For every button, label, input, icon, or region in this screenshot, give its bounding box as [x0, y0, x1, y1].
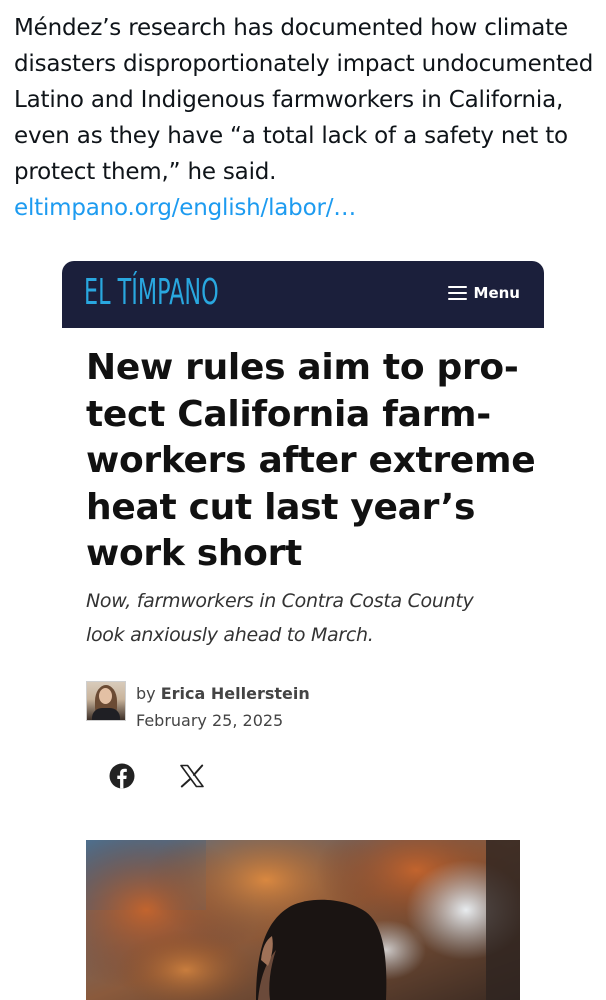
headline-line: tect California farm- [86, 393, 491, 435]
avatar-body [92, 708, 120, 720]
x-icon [180, 764, 204, 788]
hero-photo[interactable] [86, 840, 520, 1000]
hero-image [86, 840, 520, 1000]
hamburger-icon [447, 286, 467, 300]
share-buttons [108, 760, 206, 792]
headline-line: work short [86, 533, 302, 574]
author-name[interactable]: Erica Hellerstein [161, 684, 310, 703]
menu-label: Menu [473, 284, 520, 302]
headline-line: workers after extreme [86, 440, 536, 481]
dek-line: Now, farmworkers in Contra Costa County [86, 590, 474, 612]
author-avatar[interactable] [86, 681, 126, 721]
facebook-icon [109, 763, 135, 789]
x-share-button[interactable] [178, 762, 206, 790]
dek-line: look anxiously ahead to March. [86, 624, 374, 646]
article-headline: New rules aim to pro- tect California fa… [86, 345, 536, 578]
site-header: EL TÍMPANO Menu [62, 261, 544, 328]
publish-date: February 25, 2025 [136, 711, 284, 730]
link-preview-card[interactable]: EL TÍMPANO Menu New rules aim to pro- te… [62, 261, 544, 1000]
post-body: Méndez’s research has documented how cli… [14, 15, 594, 185]
headline-line: New rules aim to pro- [86, 347, 519, 388]
avatar-face [99, 688, 112, 704]
byline-prefix: by [136, 684, 156, 703]
menu-button[interactable]: Menu [447, 279, 520, 307]
headline-line: heat cut last year’s [86, 486, 476, 528]
article-dek: Now, farmworkers in Contra Costa County … [86, 584, 526, 652]
post-text: Méndez’s research has documented how cli… [14, 10, 594, 226]
site-logo[interactable]: EL TÍMPANO [84, 271, 219, 315]
facebook-share-button[interactable] [108, 762, 136, 790]
author-line: by Erica Hellerstein [136, 683, 310, 705]
article-link[interactable]: eltimpano.org/english/labor/… [14, 195, 356, 221]
byline: by Erica Hellerstein February 25, 2025 [86, 681, 526, 741]
